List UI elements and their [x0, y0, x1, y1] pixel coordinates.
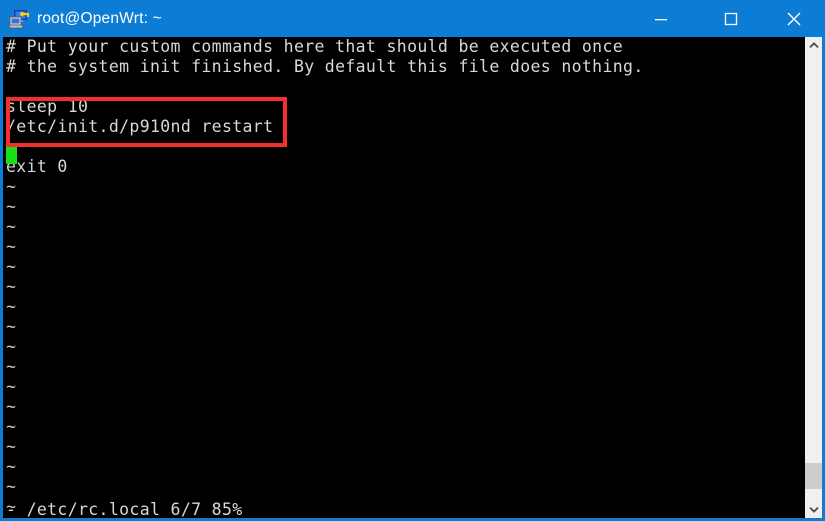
scrollbar-up-button[interactable]	[805, 37, 822, 54]
putty-terminal-icon	[9, 8, 31, 30]
terminal-screen[interactable]: # Put your custom commands here that sho…	[3, 37, 808, 518]
scrollbar-thumb[interactable]	[805, 463, 822, 489]
chevron-up-icon	[808, 42, 819, 49]
maximize-icon	[724, 12, 737, 25]
terminal-cursor	[6, 150, 17, 164]
vim-filler-line: ~	[6, 197, 17, 216]
terminal-line: # Put your custom commands here that sho…	[6, 37, 624, 56]
terminal-line: /etc/init.d/p910nd restart	[6, 117, 274, 136]
vim-filler-line: ~	[6, 477, 17, 496]
vertical-scrollbar[interactable]	[805, 37, 822, 518]
vim-filler-line: ~	[6, 237, 17, 256]
minimize-icon	[654, 18, 667, 20]
vim-filler-line: ~	[6, 217, 17, 236]
vim-filler-line: ~	[6, 377, 17, 396]
vim-filler-line: ~	[6, 357, 17, 376]
maximize-button[interactable]	[707, 0, 754, 37]
close-button[interactable]	[770, 0, 817, 37]
close-icon	[787, 12, 800, 25]
terminal-line: # the system init finished. By default t…	[6, 57, 644, 76]
terminal-body[interactable]: # Put your custom commands here that sho…	[0, 37, 825, 521]
terminal-window: root@OpenWrt: ~ # Put your custom comman…	[0, 0, 825, 521]
vim-filler-line: ~	[6, 337, 17, 356]
vim-filler-line: ~	[6, 257, 17, 276]
minimize-button[interactable]	[637, 0, 684, 37]
vim-filler-line: ~	[6, 277, 17, 296]
vim-filler-line: ~	[6, 417, 17, 436]
vim-status-line: - /etc/rc.local 6/7 85%	[6, 500, 243, 518]
chevron-down-icon	[808, 506, 819, 513]
window-titlebar[interactable]: root@OpenWrt: ~	[0, 0, 825, 37]
vim-filler-line: ~	[6, 437, 17, 456]
vim-filler-line: ~	[6, 317, 17, 336]
scrollbar-down-button[interactable]	[805, 501, 822, 518]
vim-filler-line: ~	[6, 397, 17, 416]
vim-filler-line: ~	[6, 177, 17, 196]
terminal-line: sleep 10	[6, 97, 89, 116]
vim-filler-line: ~	[6, 297, 17, 316]
vim-filler-line: ~	[6, 457, 17, 476]
window-title: root@OpenWrt: ~	[37, 9, 162, 27]
